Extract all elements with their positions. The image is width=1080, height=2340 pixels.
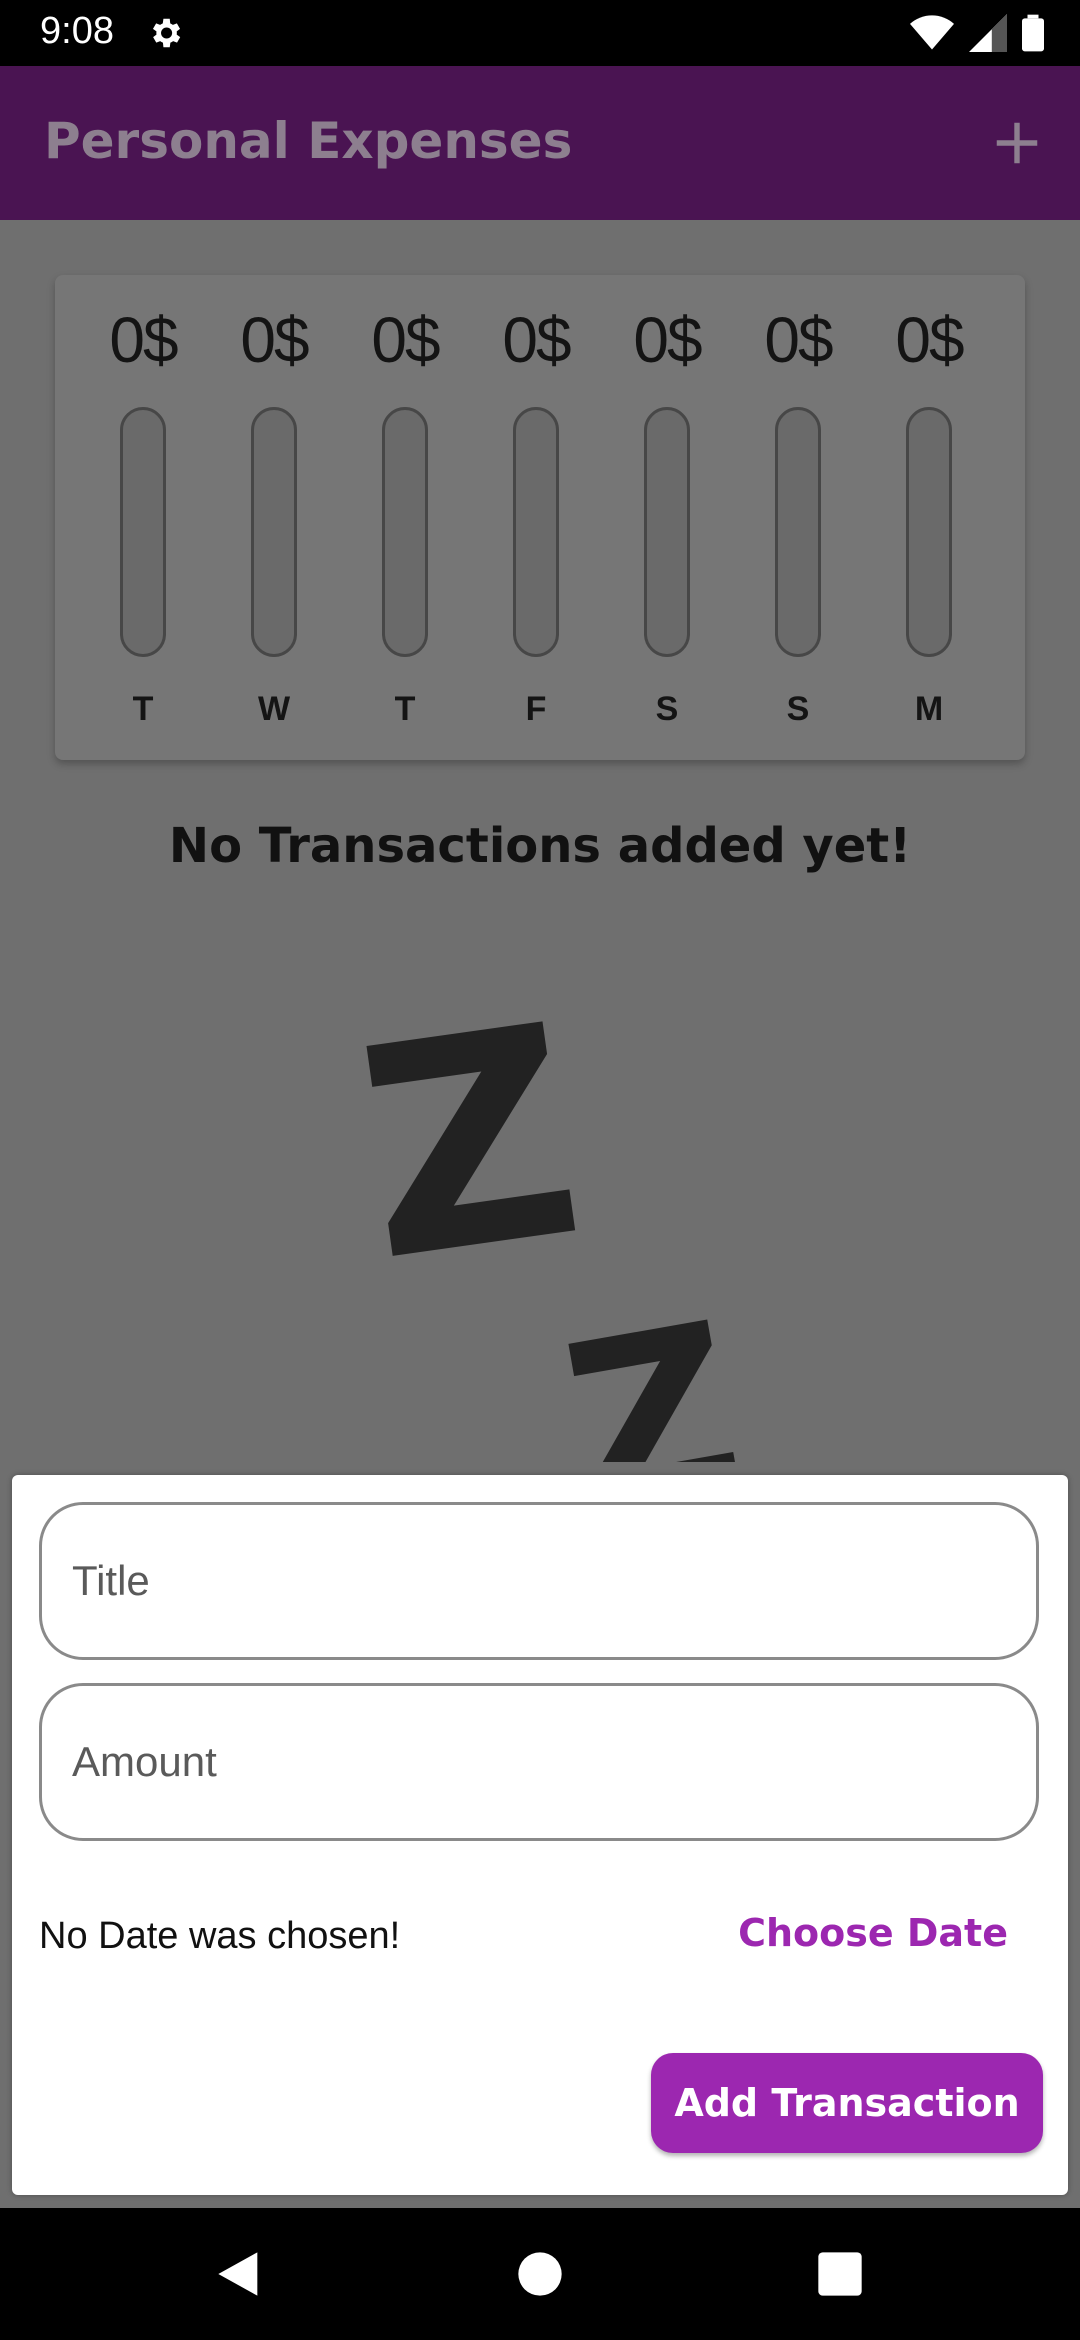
chart-bar-column: 0$ M (869, 275, 989, 760)
bar-day-label: T (394, 690, 416, 728)
bar-track (906, 407, 952, 657)
status-icons (910, 14, 1044, 52)
bar-amount-label: 0$ (240, 304, 309, 376)
sleep-z-large: Z (342, 963, 598, 1326)
chart-bar-column: 0$ T (83, 275, 203, 760)
chart-bar-column: 0$ T (345, 275, 465, 760)
choose-date-button[interactable]: Choose Date (738, 1911, 1008, 1955)
status-time: 9:08 (40, 10, 114, 52)
bar-track (513, 407, 559, 657)
navigation-bar (0, 2208, 1080, 2340)
bar-track (644, 407, 690, 657)
date-status-text: No Date was chosen! (39, 1915, 401, 1957)
bar-amount-label: 0$ (895, 304, 964, 376)
bar-day-label: T (132, 690, 154, 728)
bar-track (120, 407, 166, 657)
chart-bar-column: 0$ F (476, 275, 596, 760)
chart-bar-column: 0$ W (214, 275, 334, 760)
home-icon[interactable] (514, 2248, 566, 2300)
bar-track (775, 407, 821, 657)
bar-day-label: M (914, 690, 944, 728)
title-input[interactable] (39, 1502, 1039, 1660)
bar-amount-label: 0$ (109, 304, 178, 376)
status-bar: 9:08 (0, 0, 1080, 66)
bar-day-label: S (655, 690, 679, 728)
weekly-chart-card: 0$ T 0$ W 0$ T 0$ F 0$ S 0$ S 0$ M (55, 275, 1025, 760)
cell-signal-icon (969, 14, 1007, 52)
page-title: Personal Expenses (44, 112, 573, 170)
bar-track (251, 407, 297, 657)
new-transaction-sheet: No Date was chosen! Choose Date Add Tran… (12, 1475, 1068, 2195)
bar-track (382, 407, 428, 657)
add-transaction-button[interactable]: Add Transaction (651, 2053, 1043, 2153)
chart-bar-column: 0$ S (738, 275, 858, 760)
bar-amount-label: 0$ (764, 304, 833, 376)
bar-day-label: F (525, 690, 547, 728)
amount-input[interactable] (39, 1683, 1039, 1841)
bar-amount-label: 0$ (371, 304, 440, 376)
wifi-icon (910, 15, 954, 50)
add-icon[interactable] (990, 116, 1044, 170)
bar-amount-label: 0$ (502, 304, 571, 376)
back-icon[interactable] (214, 2248, 266, 2300)
bar-day-label: S (786, 690, 810, 728)
bar-amount-label: 0$ (633, 304, 702, 376)
app-bar: Personal Expenses (0, 66, 1080, 220)
sleep-z-small: Z (547, 1273, 759, 1462)
recents-icon[interactable] (814, 2248, 866, 2300)
chart-bar-column: 0$ S (607, 275, 727, 760)
bar-day-label: W (257, 690, 291, 728)
empty-state-message: No Transactions added yet! (168, 818, 912, 874)
settings-gear-icon (152, 18, 181, 48)
empty-state-illustration: Z Z (0, 960, 1080, 1462)
battery-icon (1022, 14, 1044, 52)
